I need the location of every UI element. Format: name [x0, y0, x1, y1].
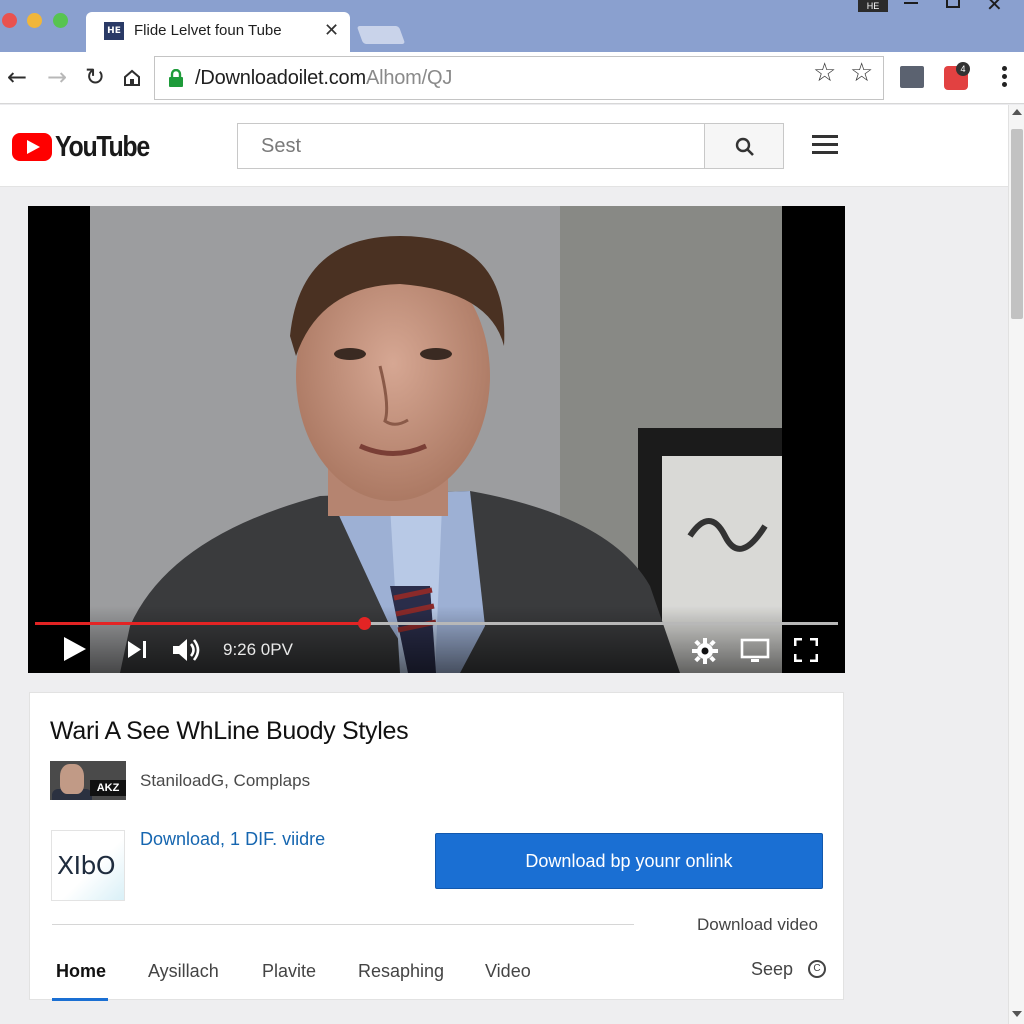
kebab-menu-icon[interactable]: [996, 64, 1012, 90]
tab-resaphing[interactable]: Resaphing: [358, 961, 444, 982]
forward-arrow-icon[interactable]: →: [42, 62, 72, 92]
hamburger-menu-icon[interactable]: [812, 135, 838, 157]
video-player[interactable]: 9:26 0PV: [28, 206, 845, 673]
download-video-link[interactable]: Download video: [697, 915, 818, 935]
copyright-icon[interactable]: C: [808, 960, 826, 978]
web-page: YouTube Sest 9:26 0PV Wari A See WhLine …: [0, 105, 1008, 1024]
channel-name[interactable]: StaniloadG, Complaps: [140, 771, 310, 791]
window-close-icon[interactable]: ✕: [986, 0, 1003, 17]
divider: [52, 924, 634, 925]
extension-icon[interactable]: [900, 66, 924, 88]
lock-icon: [169, 69, 183, 87]
home-icon[interactable]: [122, 68, 142, 88]
search-button[interactable]: [704, 123, 784, 169]
active-tab-indicator: [52, 998, 108, 1001]
youtube-play-icon: [12, 133, 52, 161]
reload-icon[interactable]: ↻: [80, 62, 110, 92]
seep-label[interactable]: Seep: [751, 959, 793, 980]
browser-tab-active[interactable]: HE Flide Lelvet foun Tube ✕: [86, 12, 350, 52]
window-badge: HE: [858, 0, 888, 12]
star-icon[interactable]: ☆: [813, 58, 836, 88]
volume-icon[interactable]: [171, 637, 201, 663]
next-icon[interactable]: [128, 641, 148, 658]
download-button[interactable]: Download bp younr onlink: [435, 833, 823, 889]
video-frame: [90, 206, 782, 673]
download-link[interactable]: Download, 1 DIF. viidre: [140, 829, 325, 850]
tab-home[interactable]: Home: [56, 961, 106, 982]
video-scene-image: [90, 206, 782, 673]
video-title: Wari A See WhLine Buody Styles: [50, 717, 409, 745]
controls-overlay: [28, 606, 845, 673]
url-text: /Downloadoilet.comAlhom/QJ: [195, 67, 452, 90]
browser-toolbar: ← → ↻ /Downloadoilet.comAlhom/QJ ☆ ☆ 4: [0, 52, 1024, 104]
tab-title: Flide Lelvet foun Tube: [134, 22, 282, 39]
tab-aysillach[interactable]: Aysillach: [148, 961, 219, 982]
time-display: 9:26 0PV: [223, 640, 293, 659]
window-maximize-icon[interactable]: [946, 0, 960, 8]
channel-thumbnail[interactable]: AKZ: [50, 761, 126, 800]
video-tabs: Home Aysillach Plavite Resaphing Video S…: [30, 959, 845, 1001]
video-info-card: Wari A See WhLine Buody Styles AKZ Stani…: [29, 692, 845, 1001]
settings-gear-icon[interactable]: [692, 638, 718, 664]
new-tab-button[interactable]: [356, 26, 406, 44]
scroll-up-arrow-icon[interactable]: [1012, 109, 1022, 115]
browser-tabstrip: HE Flide Lelvet foun Tube ✕ HE ✕: [0, 0, 1024, 52]
page-scrollbar[interactable]: [1008, 105, 1024, 1024]
maximize-window-dot[interactable]: [53, 13, 68, 28]
minimize-window-dot[interactable]: [27, 13, 42, 28]
url-path: Alhom/QJ: [365, 67, 453, 89]
scroll-down-arrow-icon[interactable]: [1012, 1011, 1022, 1017]
search-icon: [735, 137, 754, 156]
youtube-header: YouTube: [0, 105, 1008, 187]
bookmark-star-icon[interactable]: ☆: [850, 58, 873, 88]
tab-close-icon[interactable]: ✕: [324, 20, 339, 41]
play-icon[interactable]: [64, 637, 86, 661]
close-window-dot[interactable]: [2, 13, 17, 28]
youtube-logo[interactable]: YouTube: [12, 129, 152, 165]
scrollbar-thumb[interactable]: [1011, 129, 1023, 319]
thumbnail-label: AKZ: [90, 780, 126, 796]
window-minimize-icon[interactable]: [904, 2, 918, 4]
address-bar[interactable]: /Downloadoilet.comAlhom/QJ: [154, 56, 884, 100]
extension-badge: 4: [956, 62, 970, 76]
thumbnail-face-shape: [60, 764, 84, 794]
search-input[interactable]: [237, 123, 705, 169]
back-arrow-icon[interactable]: ←: [2, 62, 32, 92]
xibo-logo: XIbO: [51, 830, 125, 901]
url-domain: /Downloadoilet.com: [195, 67, 366, 89]
tab-video[interactable]: Video: [485, 961, 531, 982]
tab-favicon-icon: HE: [104, 22, 124, 40]
xibo-logo-text: XIbO: [57, 851, 116, 880]
theater-mode-icon[interactable]: [740, 638, 770, 664]
tab-plavite[interactable]: Plavite: [262, 961, 316, 982]
youtube-logo-text: YouTube: [55, 131, 150, 163]
fullscreen-icon[interactable]: [794, 638, 818, 662]
progress-fill: [35, 622, 365, 625]
